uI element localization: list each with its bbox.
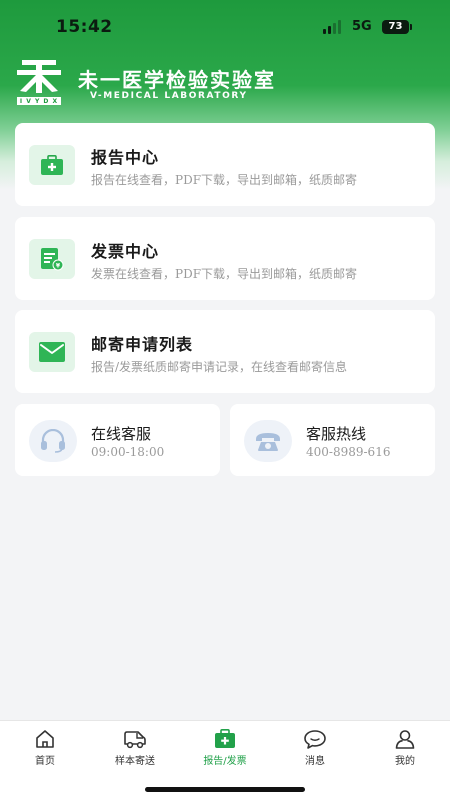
customer-hotline-card[interactable]: 客服热线 400-8989-616 [230, 404, 435, 476]
mail-application-list-card[interactable]: 邮寄申请列表 报告/发票纸质邮寄申请记录，在线查看邮寄信息 [15, 310, 435, 393]
tab-label: 消息 [305, 756, 325, 767]
telephone-icon [244, 420, 292, 462]
tab-label: 报告/发票 [203, 756, 247, 767]
brand-name-en: V-MEDICAL LABORATORY [90, 91, 248, 101]
tab-report-invoice[interactable]: 报告/发票 [180, 729, 270, 777]
brand-logo: I V Y D X [16, 58, 62, 106]
online-service-title: 在线客服 [91, 425, 152, 443]
online-service-hours: 09:00-18:00 [91, 445, 165, 459]
mail-envelope-icon [29, 332, 75, 372]
status-time: 15:42 [56, 17, 113, 37]
home-icon [36, 730, 54, 748]
hotline-number: 400-8989-616 [306, 445, 391, 459]
network-type: 5G [352, 19, 372, 34]
invoice-icon: ¥ [29, 239, 75, 279]
logo-caption: I V Y D X [19, 98, 59, 105]
cellular-signal-icon [323, 20, 343, 34]
tab-profile[interactable]: 我的 [360, 729, 450, 777]
tab-label: 首页 [35, 756, 55, 767]
card-description: 报告/发票纸质邮寄申请记录，在线查看邮寄信息 [91, 360, 348, 374]
card-description: 发票在线查看，PDF下载，导出到邮箱，纸质邮寄 [91, 267, 358, 281]
tab-label: 我的 [395, 756, 415, 767]
hotline-title: 客服热线 [306, 425, 367, 443]
headset-icon [29, 420, 77, 462]
card-title: 报告中心 [91, 148, 160, 167]
delivery-van-icon [124, 731, 146, 749]
tab-home[interactable]: 首页 [0, 729, 90, 777]
report-center-card[interactable]: 报告中心 报告在线查看，PDF下载，导出到邮箱，纸质邮寄 [15, 123, 435, 206]
tab-label: 样本寄送 [115, 756, 155, 767]
card-title: 发票中心 [91, 242, 160, 261]
invoice-center-card[interactable]: ¥ 发票中心 发票在线查看，PDF下载，导出到邮箱，纸质邮寄 [15, 217, 435, 300]
battery-icon: 73 [382, 20, 412, 34]
tab-sample-delivery[interactable]: 样本寄送 [90, 729, 180, 777]
medical-kit-icon [29, 145, 75, 185]
brand-name-cn: 未一医学检验实验室 [78, 68, 276, 92]
report-kit-icon [215, 729, 235, 748]
status-bar: 15:42 5G 73 [0, 0, 450, 50]
chat-bubble-icon [304, 730, 326, 749]
online-customer-service-card[interactable]: 在线客服 09:00-18:00 [15, 404, 220, 476]
home-indicator [145, 787, 305, 792]
card-title: 邮寄申请列表 [91, 335, 194, 354]
card-description: 报告在线查看，PDF下载，导出到邮箱，纸质邮寄 [91, 173, 358, 187]
user-icon [395, 730, 415, 749]
tab-messages[interactable]: 消息 [270, 729, 360, 777]
